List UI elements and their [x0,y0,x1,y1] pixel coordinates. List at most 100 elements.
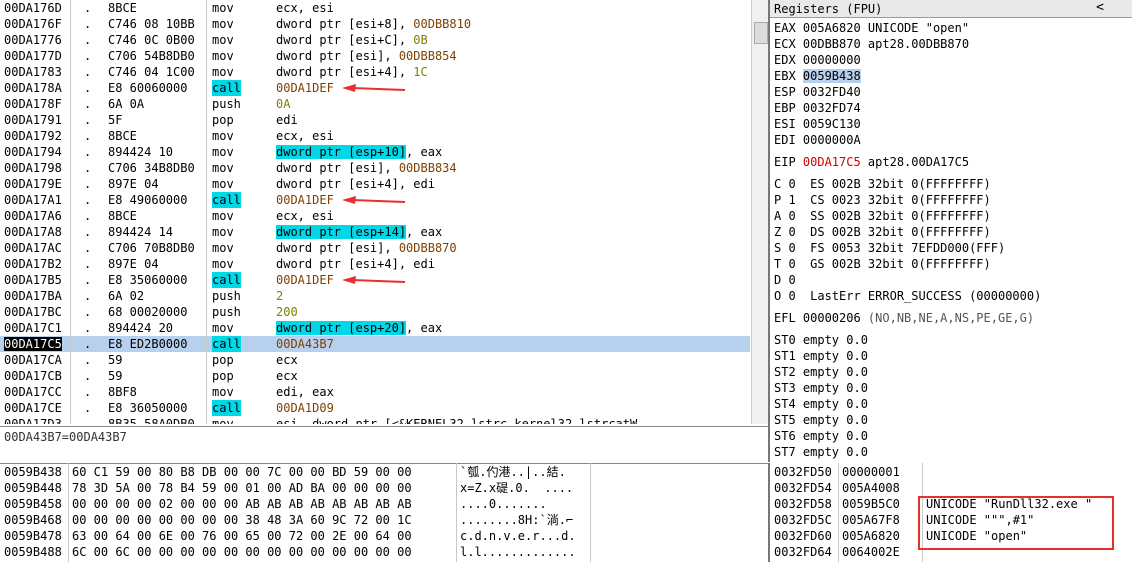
stack-address: 0032FD60 [774,529,832,543]
register-line[interactable]: EAX 005A6820 UNICODE "open" [774,20,969,36]
flag-line[interactable]: P 1 CS 0023 32bit 0(FFFFFFFF) [774,192,991,208]
memory-dump-pane[interactable]: 0059B438 60 C1 59 00 80 B8 DB 00 00 7C 00… [0,463,768,562]
dump-row[interactable]: 0059B468 00 00 00 00 00 00 00 00 38 48 3A… [0,512,768,528]
disassembly-row[interactable]: 00DA17CE. E8 36050000 call 00DA1D09 [0,400,750,416]
instruction-address: 00DA17CE [4,401,62,415]
register-line[interactable]: EBP 0032FD74 [774,100,861,116]
instruction-bytes: 68 00020000 [108,305,188,319]
flag-line[interactable]: Z 0 DS 002B 32bit 0(FFFFFFFF) [774,224,991,240]
disassembly-row[interactable]: 00DA17CC. 8BF8 mov edi, eax [0,384,750,400]
dump-address: 0059B458 [4,497,62,511]
dump-row[interactable]: 0059B448 78 3D 5A 00 78 B4 59 00 01 00 AD… [0,480,768,496]
disassembly-row[interactable]: 00DA1776. C746 0C 0B00 mov dword ptr [esi+C… [0,32,750,48]
register-line[interactable]: EIP 00DA17C5 apt28.00DA17C5 [774,154,969,170]
register-value[interactable]: 0000000A [803,133,861,147]
register-value[interactable]: 005A6820 [803,21,861,35]
dump-row[interactable]: 0059B478 63 00 64 00 6E 00 76 00 65 00 72… [0,528,768,544]
register-value[interactable]: 00DBB870 [803,37,861,51]
register-line[interactable]: ESP 0032FD40 [774,84,861,100]
disassembly-row[interactable]: 00DA178A. E8 60060000 call 00DA1DEF [0,80,750,96]
disassembly-row[interactable]: 00DA17C1. 894424 20 mov dword ptr [esp+20],… [0,320,750,336]
dump-row[interactable]: 0059B458 00 00 00 00 02 00 00 00 AB AB AB… [0,496,768,512]
register-value[interactable]: 0032FD74 [803,101,861,115]
register-name: EAX [774,21,803,35]
collapse-arrow-icon[interactable]: < [1096,0,1104,16]
disassembly-row[interactable]: 00DA1792. 8BCE mov ecx, esi [0,128,750,144]
disassembly-row[interactable]: 00DA17C5. E8 ED2B0000 call 00DA43B7 [0,336,750,352]
stack-row[interactable]: 0032FD54 005A4008 [770,480,1132,496]
flag-line[interactable]: O 0 LastErr ERROR_SUCCESS (00000000) [774,288,1041,304]
instruction-address: 00DA17C5 [4,336,70,352]
disassembly-row[interactable]: 00DA17B5. E8 35060000 call 00DA1DEF [0,272,750,288]
disassembly-row[interactable]: 00DA1791. 5F pop edi [0,112,750,128]
register-line[interactable]: EDI 0000000A [774,132,861,148]
register-value[interactable]: 00DA17C5 [803,155,861,169]
register-line[interactable]: EDX 00000000 [774,52,861,68]
dump-row[interactable]: 0059B488 6C 00 6C 00 00 00 00 00 00 00 00… [0,544,768,560]
jump-dot: . [84,385,92,399]
flag-line[interactable]: S 0 FS 0053 32bit 7EFDD000(FFF) [774,240,1005,256]
instruction-address: 00DA178A [4,81,62,95]
flag-line[interactable]: C 0 ES 002B 32bit 0(FFFFFFFF) [774,176,991,192]
disassembly-row[interactable]: 00DA179E. 897E 04 mov dword ptr [esi+4], ed… [0,176,750,192]
disassembly-row[interactable]: 00DA17A1. E8 49060000 call 00DA1DEF [0,192,750,208]
register-value[interactable]: 00000000 [803,53,861,67]
info-line: 00DA43B7=00DA43B7 [0,426,768,464]
stack-row[interactable]: 0032FD50 00000001 [770,464,1132,480]
jump-dot: . [84,305,92,319]
register-value[interactable]: 00000206 [803,311,861,325]
instruction-bytes: C746 0C 0B00 [108,33,195,47]
register-value[interactable]: 0032FD40 [803,85,861,99]
instruction-address: 00DA17C1 [4,321,62,335]
registers-header[interactable]: Registers (FPU) < [770,0,1132,18]
current-eip-address: 00DA17C5 [4,337,62,351]
disassembly-row[interactable]: 00DA17BC. 68 00020000 push 200 [0,304,750,320]
disassembly-scrollbar[interactable] [751,0,768,424]
disassembly-row[interactable]: 00DA17AC. C706 70B8DB0 mov dword ptr [esi],… [0,240,750,256]
register-value[interactable]: 0059C130 [803,117,861,131]
register-line[interactable]: ECX 00DBB870 apt28.00DBB870 [774,36,969,52]
disassembly-row[interactable]: 00DA1794. 894424 10 mov dword ptr [esp+10],… [0,144,750,160]
instruction-mnemonic: call [212,272,241,288]
disassembly-pane[interactable]: 00DA176D. 8BCE mov ecx, esi 00DA176F. C746 08… [0,0,750,424]
instruction-operands: ecx, esi [276,1,334,15]
disassembly-row[interactable]: 00DA176D. 8BCE mov ecx, esi [0,0,750,16]
disassembly-row[interactable]: 00DA17A6. 8BCE mov ecx, esi [0,208,750,224]
register-line[interactable]: EBX 0059B438 [774,68,861,84]
flag-line[interactable]: T 0 GS 002B 32bit 0(FFFFFFFF) [774,256,991,272]
disassembly-row[interactable]: 00DA17BA. 6A 02 push 2 [0,288,750,304]
disassembly-row[interactable]: 00DA17B2. 897E 04 mov dword ptr [esi+4], ed… [0,256,750,272]
disassembly-row[interactable]: 00DA17CB. 59 pop ecx [0,368,750,384]
instruction-bytes: E8 35060000 [108,273,188,287]
instruction-bytes: 59 [108,369,123,383]
call-target: 00DA1DEF [276,273,334,287]
operand-rest: , eax [406,321,443,335]
register-line[interactable]: ESI 0059C130 [774,116,861,132]
disassembly-row[interactable]: 00DA177D. C706 54B8DB0 mov dword ptr [esi],… [0,48,750,64]
disassembly-row[interactable]: 00DA1798. C706 34B8DB0 mov dword ptr [esi],… [0,160,750,176]
jump-dot: . [84,337,92,351]
flag-line[interactable]: A 0 SS 002B 32bit 0(FFFFFFFF) [774,208,991,224]
disassembly-row[interactable]: 00DA17A8. 894424 14 mov dword ptr [esp+14],… [0,224,750,240]
scrollbar-thumb[interactable] [754,22,768,44]
disassembly-row[interactable]: 00DA178F. 6A 0A push 0A [0,96,750,112]
disassembly-row[interactable]: 00DA17CA. 59 pop ecx [0,352,750,368]
operand-dest: dword ptr [esi], [276,161,399,175]
dump-address: 0059B488 [4,545,62,559]
dump-hex: 60 C1 59 00 80 B8 DB 00 00 7C 00 00 BD 5… [72,465,412,479]
flag-line[interactable]: D 0 [774,272,796,288]
jump-dot: . [84,129,92,143]
disassembly-row[interactable]: 00DA17D3. 8B35 58A0DB0 mov esi, dword ptr [… [0,416,750,424]
register-line[interactable]: EFL 00000206 (NO,NB,NE,A,NS,PE,GE,G) [774,310,1034,326]
instruction-mnemonic: mov [212,225,234,239]
dump-row[interactable]: 0059B438 60 C1 59 00 80 B8 DB 00 00 7C 00… [0,464,768,480]
instruction-bytes: E8 ED2B0000 [108,337,188,351]
jump-dot: . [84,225,92,239]
instruction-mnemonic: push [212,289,241,303]
dump-ascii: x=Z.x碮.0. .... [460,481,574,495]
instruction-operands: dword ptr [esi+8], 00DBB810 [276,16,471,32]
registers-pane[interactable]: Registers (FPU) < EAX 005A6820 UNICODE "… [768,0,1132,462]
register-value[interactable]: 0059B438 [802,69,861,83]
disassembly-row[interactable]: 00DA176F. C746 08 10BB mov dword ptr [esi+8… [0,16,750,32]
disassembly-row[interactable]: 00DA1783. C746 04 1C00 mov dword ptr [esi+4… [0,64,750,80]
